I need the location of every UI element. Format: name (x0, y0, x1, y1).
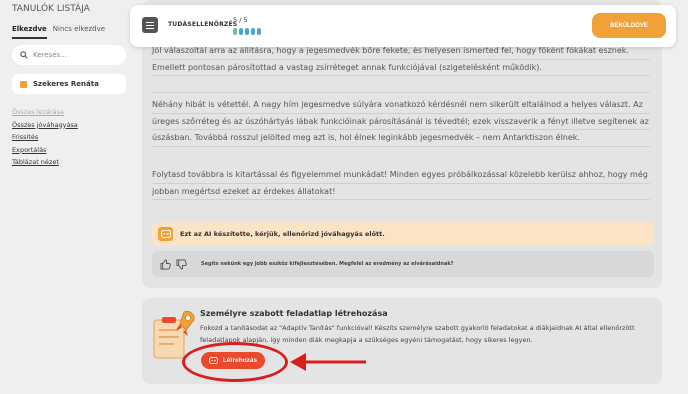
sidebar-actions: Összes lezárása Összes jóváhagyása Friss… (12, 106, 78, 169)
table-view-link[interactable]: Táblázat nézet (12, 156, 78, 169)
search-placeholder: Keresés... (33, 51, 67, 59)
thumbs-down-icon[interactable] (176, 259, 187, 270)
progress-dot (239, 28, 243, 35)
quiz-score: 5 / 5 (233, 16, 248, 24)
feedback-paragraph: Jól válaszoltál arra az állításra, hogy … (152, 46, 629, 72)
refresh-link[interactable]: Frissítés (12, 131, 78, 144)
progress-dot (245, 28, 249, 35)
worksheet-title: Személyre szabott feladatlap létrehozása (200, 309, 388, 318)
progress-dot (251, 28, 255, 35)
answer-progress (233, 28, 261, 35)
progress-dot (233, 28, 237, 35)
quiz-header: TUDÁSELLENŐRZÉS 5 / 5 BEKÜLDÖVE (130, 5, 676, 47)
pointer-arrow (290, 353, 366, 371)
ai-disclaimer-text: Ezt az AI készítette, kérjük, ellenőrizd… (180, 230, 385, 238)
submitted-button[interactable]: BEKÜLDÖVE (592, 13, 666, 38)
quiz-type-label: TUDÁSELLENŐRZÉS (168, 21, 238, 28)
feedback-paragraph: Folytasd továbbra is kitartással és figy… (152, 170, 648, 196)
highlight-ellipse (182, 342, 288, 382)
student-name: Szekeres Renáta (33, 80, 99, 88)
feedback-paragraph: Néhány hibát is vétettél. A nagy hím jeg… (152, 100, 649, 142)
document-list-icon (142, 17, 158, 33)
export-link[interactable]: Exportálás (12, 144, 78, 157)
student-list-sidebar: TANULÓK LISTÁJA Elkezdve Nincs elkezdve … (0, 0, 135, 394)
sidebar-tabs: Elkezdve Nincs elkezdve (12, 25, 105, 39)
tab-not-started[interactable]: Nincs elkezdve (53, 25, 105, 39)
approve-all-link[interactable]: Összes jóváhagyása (12, 119, 78, 132)
sidebar-title: TANULÓK LISTÁJA (12, 4, 90, 14)
rating-bar: Segíts nekünk egy jobb eszköz kifejleszt… (152, 251, 654, 277)
student-search-input[interactable]: Keresés... (12, 45, 126, 65)
progress-dot (257, 28, 261, 35)
search-icon (20, 51, 28, 59)
rating-prompt: Segíts nekünk egy jobb eszköz kifejleszt… (201, 261, 454, 267)
student-list-item[interactable]: Szekeres Renáta (12, 74, 126, 94)
thumbs-up-icon[interactable] (160, 259, 171, 270)
robot-icon (158, 227, 173, 241)
student-status-indicator (20, 80, 27, 88)
worksheet-description: Fokozd a tanításodat az "Adaptív Tanítás… (200, 324, 635, 344)
tab-started[interactable]: Elkezdve (12, 25, 47, 39)
close-all-link: Összes lezárása (12, 108, 64, 116)
ai-disclaimer: Ezt az AI készítette, kérjük, ellenőrizd… (152, 222, 654, 246)
